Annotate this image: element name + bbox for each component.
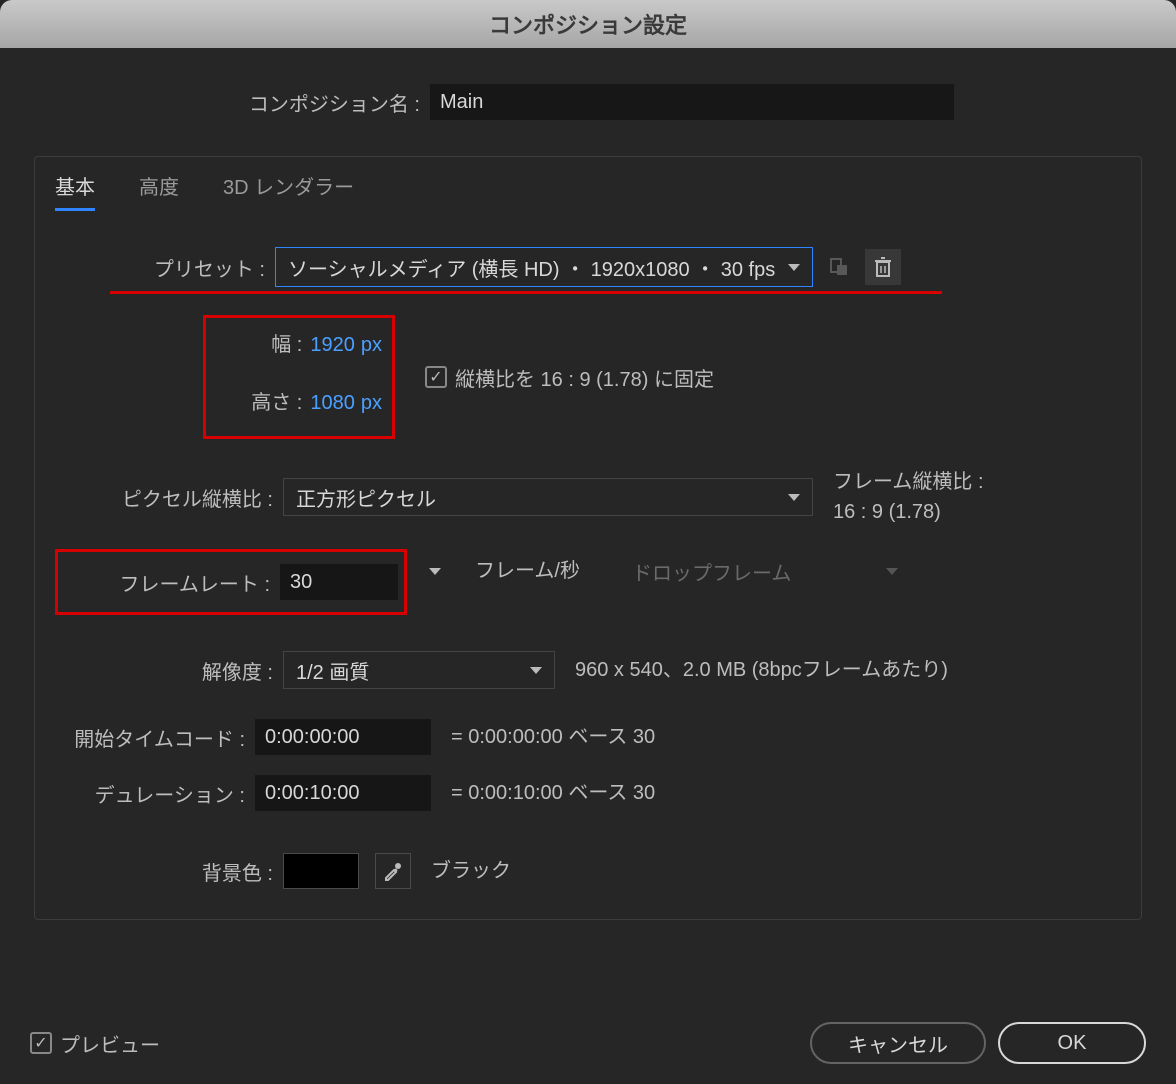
frame-aspect-label: フレーム縦横比 : xyxy=(833,467,984,497)
delete-preset-icon[interactable] xyxy=(865,249,901,285)
titlebar: コンポジション設定 xyxy=(0,0,1176,48)
pixel-aspect-dropdown[interactable]: 正方形ピクセル xyxy=(283,478,813,516)
annotation-framerate-box: フレームレート : xyxy=(55,549,407,615)
aspect-lock-checkbox[interactable] xyxy=(425,366,447,388)
framerate-dropdown[interactable] xyxy=(419,552,455,590)
chevron-down-icon xyxy=(788,264,800,271)
composition-name-label: コンポジション名 : xyxy=(180,88,420,117)
eyedropper-icon[interactable] xyxy=(375,853,411,889)
composition-name-input[interactable] xyxy=(430,84,954,120)
width-unit: px xyxy=(361,334,382,357)
bgcolor-name: ブラック xyxy=(431,856,511,886)
start-timecode-input[interactable] xyxy=(255,719,431,755)
width-value[interactable]: 1920 xyxy=(310,334,355,357)
ok-button[interactable]: OK xyxy=(998,1022,1146,1064)
preset-dropdown[interactable]: ソーシャルメディア (横長 HD) ・ 1920x1080 ・ 30 fps xyxy=(275,247,813,287)
chevron-down-icon xyxy=(530,667,542,674)
tab-basic[interactable]: 基本 xyxy=(55,171,95,211)
bgcolor-swatch[interactable] xyxy=(283,853,359,889)
height-value[interactable]: 1080 xyxy=(310,392,355,415)
preview-checkbox[interactable] xyxy=(30,1032,52,1054)
height-label: 高さ : xyxy=(251,386,302,415)
chevron-down-icon xyxy=(429,568,441,575)
resolution-label: 解像度 : xyxy=(55,656,283,685)
resolution-dropdown[interactable]: 1/2 画質 xyxy=(283,651,555,689)
basic-panel: プリセット : ソーシャルメディア (横長 HD) ・ 1920x1080 ・ … xyxy=(55,211,1121,919)
aspect-lock-label: 縦横比を 16 : 9 (1.78) に固定 xyxy=(455,363,714,392)
dialog-footer: プレビュー キャンセル OK xyxy=(30,1022,1146,1064)
pixel-aspect-label: ピクセル縦横比 : xyxy=(55,483,283,512)
tab-container: 基本 高度 3D レンダラー プリセット : ソーシャルメディア (横長 HD)… xyxy=(34,156,1142,920)
annotation-dims-box: 幅 : 1920 px 高さ : 1080 px xyxy=(203,315,395,439)
pixel-aspect-value: 正方形ピクセル xyxy=(296,483,788,512)
duration-input[interactable] xyxy=(255,775,431,811)
cancel-button[interactable]: キャンセル xyxy=(810,1022,986,1064)
width-row: 幅 : 1920 px xyxy=(216,328,382,368)
width-label: 幅 : xyxy=(271,328,302,357)
dropframe-value: ドロップフレーム xyxy=(632,557,886,586)
tab-3d-renderer[interactable]: 3D レンダラー xyxy=(223,171,354,211)
save-preset-icon[interactable] xyxy=(821,249,857,285)
start-timecode-label: 開始タイムコード : xyxy=(55,723,255,752)
fps-label: フレーム/秒 xyxy=(475,556,580,586)
annotation-underline xyxy=(110,291,942,294)
height-unit: px xyxy=(361,392,382,415)
start-timecode-info: = 0:00:00:00 ベース 30 xyxy=(451,722,655,752)
framerate-label: フレームレート : xyxy=(58,568,280,597)
framerate-input[interactable] xyxy=(280,564,398,600)
chevron-down-icon xyxy=(788,494,800,501)
window-title: コンポジション設定 xyxy=(489,8,687,40)
tab-advanced[interactable]: 高度 xyxy=(139,171,179,211)
preview-label: プレビュー xyxy=(60,1029,160,1058)
duration-info: = 0:00:10:00 ベース 30 xyxy=(451,778,655,808)
resolution-info: 960 x 540、2.0 MB (8bpcフレームあたり) xyxy=(575,655,948,685)
preset-row: プリセット : ソーシャルメディア (横長 HD) ・ 1920x1080 ・ … xyxy=(55,247,1121,287)
resolution-value: 1/2 画質 xyxy=(296,656,530,685)
bgcolor-label: 背景色 : xyxy=(55,857,283,886)
dropframe-dropdown: ドロップフレーム xyxy=(620,552,910,590)
frame-aspect-value: 16 : 9 (1.78) xyxy=(833,497,984,527)
duration-label: デュレーション : xyxy=(55,779,255,808)
height-row: 高さ : 1080 px xyxy=(216,386,382,426)
chevron-down-icon xyxy=(886,568,898,575)
preset-label: プリセット : xyxy=(55,253,275,282)
preset-value: ソーシャルメディア (横長 HD) ・ 1920x1080 ・ 30 fps xyxy=(288,253,775,282)
